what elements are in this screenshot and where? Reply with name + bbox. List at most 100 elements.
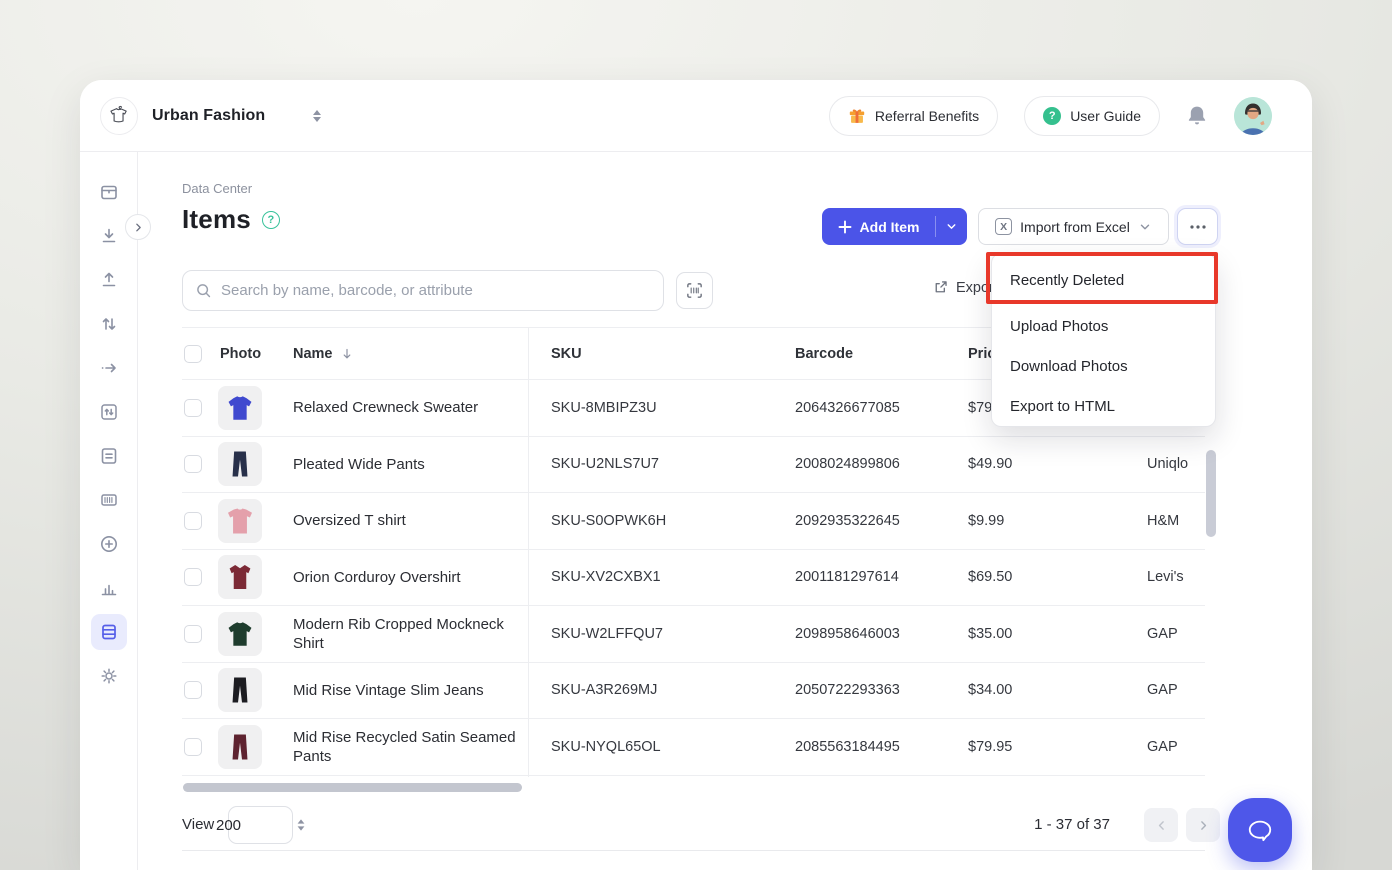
sidebar-item-transfer[interactable] xyxy=(91,306,127,342)
referral-benefits-button[interactable]: Referral Benefits xyxy=(829,96,998,136)
product-barcode: 2001181297614 xyxy=(773,569,946,585)
product-brand: GAP xyxy=(1125,739,1205,755)
document-icon xyxy=(99,446,119,466)
select-all-checkbox[interactable] xyxy=(184,345,202,363)
product-photo[interactable] xyxy=(218,442,262,486)
product-name: Mid Rise Vintage Slim Jeans xyxy=(290,681,528,700)
table-row[interactable]: Oversized T shirtSKU-S0OPWK6H20929353226… xyxy=(182,493,1205,550)
sort-box-icon xyxy=(99,402,119,422)
table-row[interactable]: Mid Rise Vintage Slim JeansSKU-A3R269MJ2… xyxy=(182,663,1205,720)
excel-icon: X xyxy=(995,218,1012,235)
pagination-range: 1 - 37 of 37 xyxy=(960,816,1110,833)
product-barcode: 2064326677085 xyxy=(773,400,946,416)
sidebar-collapse-button[interactable] xyxy=(125,214,151,240)
page-title: Items xyxy=(182,204,251,235)
sidebar-item-data-center[interactable] xyxy=(91,614,127,650)
product-sku: SKU-NYQL65OL xyxy=(528,739,773,755)
row-checkbox[interactable] xyxy=(184,399,202,417)
row-checkbox[interactable] xyxy=(184,568,202,586)
product-price: $79.95 xyxy=(946,739,1125,755)
search-bar xyxy=(182,270,664,311)
frozen-column-divider xyxy=(528,327,529,777)
horizontal-scrollbar[interactable] xyxy=(183,783,522,792)
product-photo[interactable] xyxy=(218,386,262,430)
previous-page-button[interactable] xyxy=(1144,808,1178,842)
menu-item-export-to-html[interactable]: Export to HTML xyxy=(992,386,1215,426)
product-photo[interactable] xyxy=(218,668,262,712)
sidebar-item-documents[interactable] xyxy=(91,438,127,474)
product-sku: SKU-S0OPWK6H xyxy=(528,513,773,529)
user-guide-label: User Guide xyxy=(1070,108,1141,124)
sidebar-item-settings[interactable] xyxy=(91,658,127,694)
product-name: Relaxed Crewneck Sweater xyxy=(290,398,528,417)
product-price: $9.99 xyxy=(946,513,1125,529)
table-row[interactable]: Orion Corduroy OvershirtSKU-XV2CXBX12001… xyxy=(182,550,1205,607)
user-avatar[interactable] xyxy=(1234,97,1272,135)
menu-item-recently-deleted[interactable]: Recently Deleted xyxy=(992,254,1215,306)
barcode-scan-button[interactable] xyxy=(676,272,713,309)
row-checkbox[interactable] xyxy=(184,681,202,699)
sidebar-item-analytics[interactable] xyxy=(91,570,127,606)
table-row[interactable]: Pleated Wide PantsSKU-U2NLS7U72008024899… xyxy=(182,437,1205,494)
next-page-button[interactable] xyxy=(1186,808,1220,842)
product-barcode: 2008024899806 xyxy=(773,456,946,472)
product-photo[interactable] xyxy=(218,725,262,769)
menu-item-download-photos[interactable]: Download Photos xyxy=(992,346,1215,386)
product-brand: GAP xyxy=(1125,682,1205,698)
import-excel-label: Import from Excel xyxy=(1020,219,1130,235)
column-sku: SKU xyxy=(528,346,773,362)
footer-divider xyxy=(182,850,1205,851)
row-checkbox[interactable] xyxy=(184,738,202,756)
row-checkbox[interactable] xyxy=(184,455,202,473)
upload-icon xyxy=(99,270,119,290)
sidebar-item-upload[interactable] xyxy=(91,262,127,298)
product-sku: SKU-XV2CXBX1 xyxy=(528,569,773,585)
chat-bubble-icon xyxy=(1244,814,1276,846)
help-icon[interactable]: ? xyxy=(262,211,280,229)
package-icon xyxy=(99,182,119,202)
search-input[interactable] xyxy=(221,282,651,299)
page-size-select[interactable]: 200 xyxy=(228,806,293,844)
table-row[interactable]: Modern Rib Cropped Mockneck ShirtSKU-W2L… xyxy=(182,606,1205,663)
sidebar-item-packages[interactable] xyxy=(91,174,127,210)
barcode-icon xyxy=(99,490,119,510)
store-name[interactable]: Urban Fashion xyxy=(152,107,265,125)
store-switcher-icon[interactable] xyxy=(313,110,321,122)
add-item-button[interactable]: Add Item xyxy=(822,208,967,245)
sidebar-item-stock-adjust[interactable] xyxy=(91,394,127,430)
product-photo[interactable] xyxy=(218,612,262,656)
vertical-scrollbar[interactable] xyxy=(1206,450,1216,537)
product-sku: SKU-U2NLS7U7 xyxy=(528,456,773,472)
more-actions-button[interactable] xyxy=(1177,208,1218,245)
sidebar-item-dispatch[interactable] xyxy=(91,350,127,386)
user-guide-button[interactable]: ? User Guide xyxy=(1024,96,1160,136)
column-name[interactable]: Name xyxy=(290,346,528,362)
chat-support-button[interactable] xyxy=(1228,798,1292,862)
bar-chart-icon xyxy=(99,578,119,598)
product-barcode: 2085563184495 xyxy=(773,739,946,755)
database-icon xyxy=(99,622,119,642)
row-checkbox[interactable] xyxy=(184,625,202,643)
chevron-right-icon xyxy=(1197,819,1210,832)
add-item-dropdown-toggle[interactable] xyxy=(936,208,967,245)
chevron-left-icon xyxy=(1155,819,1168,832)
more-actions-menu: Recently Deleted Upload Photos Download … xyxy=(991,253,1216,427)
sidebar-item-barcode[interactable] xyxy=(91,482,127,518)
product-brand: Levi's xyxy=(1125,569,1205,585)
product-photo[interactable] xyxy=(218,555,262,599)
table-row[interactable]: Mid Rise Recycled Satin Seamed PantsSKU-… xyxy=(182,719,1205,776)
export-button[interactable]: Export xyxy=(932,279,998,296)
sidebar-item-add[interactable] xyxy=(91,526,127,562)
product-photo[interactable] xyxy=(218,499,262,543)
import-from-excel-button[interactable]: X Import from Excel xyxy=(978,208,1169,245)
sidebar-item-download[interactable] xyxy=(91,218,127,254)
add-item-label: Add Item xyxy=(860,219,920,235)
menu-item-upload-photos[interactable]: Upload Photos xyxy=(992,306,1215,346)
notification-bell-icon[interactable] xyxy=(1186,104,1208,128)
product-price: $35.00 xyxy=(946,626,1125,642)
topbar: Urban Fashion Referral Benefits ? User xyxy=(80,80,1312,152)
store-logo[interactable] xyxy=(100,97,138,135)
row-checkbox[interactable] xyxy=(184,512,202,530)
product-brand: Uniqlo xyxy=(1125,456,1205,472)
view-label: View xyxy=(182,816,214,833)
